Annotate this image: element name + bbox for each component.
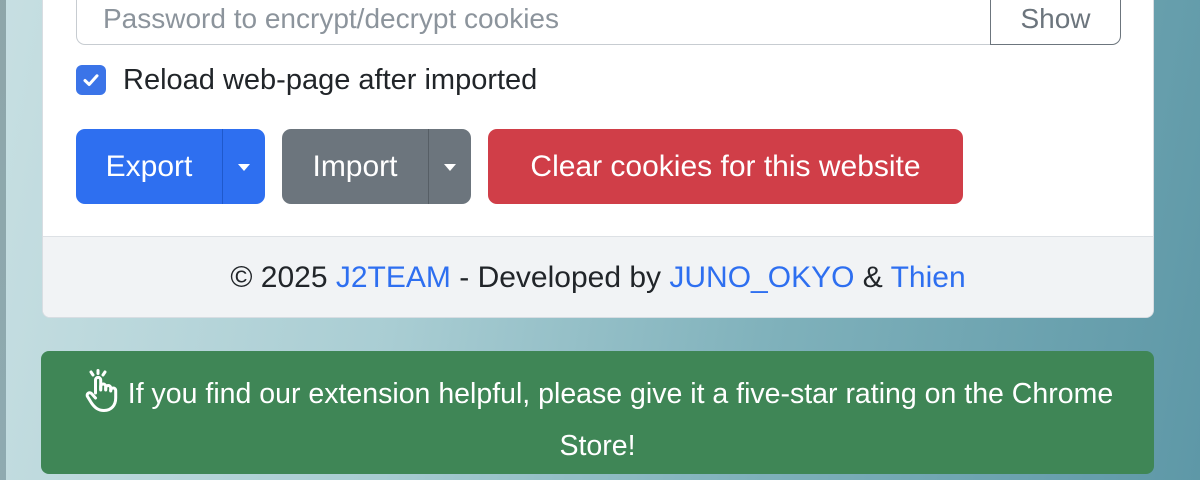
import-button[interactable]: Import (282, 129, 428, 204)
export-button-group: Export (76, 129, 265, 204)
reload-option: Reload web-page after imported (76, 63, 537, 97)
copyright-text: © 2025 (230, 261, 328, 294)
juno-okyo-link[interactable]: JUNO_OKYO (669, 261, 854, 294)
export-dropdown-toggle[interactable] (222, 129, 265, 204)
password-input-group: Show (76, 0, 1121, 45)
import-button-group: Import (282, 129, 471, 204)
window-edge (0, 0, 6, 480)
hand-pointer-icon (85, 369, 117, 412)
thien-link[interactable]: Thien (891, 261, 966, 294)
footer: © 2025 J2TEAM - Developed by JUNO_OKYO &… (43, 236, 1153, 317)
main-card: Show Reload web-page after imported Expo… (42, 0, 1154, 318)
export-button[interactable]: Export (76, 129, 222, 204)
rating-banner: If you find our extension helpful, pleas… (41, 351, 1154, 474)
j2team-link[interactable]: J2TEAM (336, 261, 451, 294)
rating-banner-text: If you find our extension helpful, pleas… (127, 378, 1114, 462)
show-password-button[interactable]: Show (990, 0, 1121, 45)
caret-down-icon (444, 164, 456, 172)
reload-checkbox-label[interactable]: Reload web-page after imported (123, 64, 537, 97)
ampersand-text: & (862, 261, 883, 294)
checkmark-icon (83, 74, 99, 86)
caret-down-icon (238, 164, 250, 172)
developed-by-text: - Developed by (459, 261, 662, 294)
reload-checkbox[interactable] (76, 65, 106, 95)
password-input[interactable] (76, 0, 990, 45)
clear-cookies-button[interactable]: Clear cookies for this website (488, 129, 963, 204)
clear-button-group: Clear cookies for this website (488, 129, 963, 204)
import-dropdown-toggle[interactable] (428, 129, 471, 204)
